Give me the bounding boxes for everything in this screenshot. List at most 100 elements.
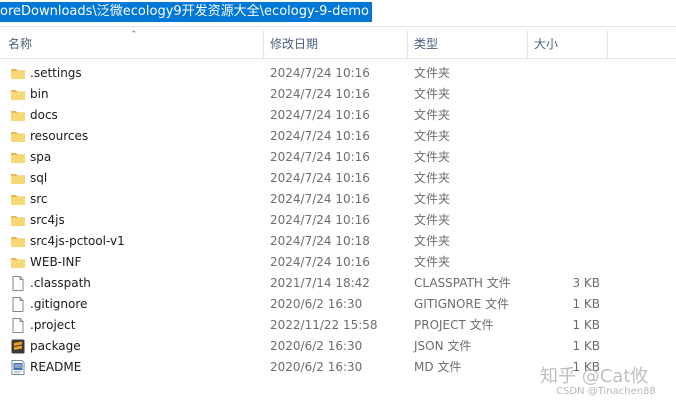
- watermark-subtext: CSDN @Tinachen88: [556, 386, 656, 397]
- file-type: 文件夹: [414, 171, 451, 185]
- file-row[interactable]: .project 2022/11/22 15:58 PROJECT 文件 1 KB: [0, 315, 676, 336]
- file-type: 文件夹: [414, 66, 451, 80]
- file-row[interactable]: src4js 2024/7/24 10:16 文件夹: [0, 210, 676, 231]
- file-size: 1 KB: [572, 297, 600, 311]
- file-icon: [10, 276, 26, 291]
- file-date: 2022/11/22 15:58: [270, 318, 378, 332]
- file-row[interactable]: docs 2024/7/24 10:16 文件夹: [0, 105, 676, 126]
- file-name: spa: [30, 150, 52, 164]
- file-size: 1 KB: [572, 339, 600, 353]
- address-bar[interactable]: oreDownloads\泛微ecology9开发资源大全\ecology-9-…: [0, 0, 676, 27]
- file-name: WEB-INF: [30, 255, 82, 269]
- file-row[interactable]: sql 2024/7/24 10:16 文件夹: [0, 168, 676, 189]
- file-date: 2021/7/14 18:42: [270, 276, 370, 290]
- file-type: CLASSPATH 文件: [414, 276, 511, 290]
- file-date: 2020/6/2 16:30: [270, 297, 363, 311]
- file-name: sql: [30, 171, 48, 185]
- file-type: 文件夹: [414, 129, 451, 143]
- folder-icon: [10, 255, 26, 270]
- file-name: .project: [30, 318, 76, 332]
- sort-ascending-icon: ⌃: [130, 30, 138, 40]
- folder-icon: [10, 213, 26, 228]
- file-type: 文件夹: [414, 255, 451, 269]
- file-list: .settings 2024/7/24 10:16 文件夹 bin 2024/7/24 …: [0, 63, 676, 378]
- file-size: [530, 210, 600, 231]
- file-row[interactable]: spa 2024/7/24 10:16 文件夹: [0, 147, 676, 168]
- file-date: 2024/7/24 10:16: [270, 171, 370, 185]
- file-row[interactable]: src 2024/7/24 10:16 文件夹: [0, 189, 676, 210]
- file-row[interactable]: .settings 2024/7/24 10:16 文件夹: [0, 63, 676, 84]
- file-date: 2024/7/24 10:16: [270, 108, 370, 122]
- file-date: 2024/7/24 10:16: [270, 129, 370, 143]
- file-type: JSON 文件: [414, 339, 472, 353]
- file-date: 2024/7/24 10:16: [270, 213, 370, 227]
- file-name: resources: [30, 129, 89, 143]
- file-icon: [10, 297, 26, 312]
- file-date: 2024/7/24 10:18: [270, 234, 370, 248]
- file-date: 2024/7/24 10:16: [270, 66, 370, 80]
- folder-icon: [10, 129, 26, 144]
- file-type: 文件夹: [414, 108, 451, 122]
- file-date: 2020/6/2 16:30: [270, 360, 363, 374]
- file-size: [530, 189, 600, 210]
- file-name: .classpath: [30, 276, 91, 290]
- folder-icon: [10, 66, 26, 81]
- file-row[interactable]: resources 2024/7/24 10:16 文件夹: [0, 126, 676, 147]
- file-name: src4js: [30, 213, 65, 227]
- column-header-size[interactable]: 大小: [528, 30, 608, 58]
- column-header-type[interactable]: 类型: [408, 30, 528, 58]
- file-size: [530, 231, 600, 252]
- file-type: MD 文件: [414, 360, 462, 374]
- file-size: 3 KB: [572, 276, 600, 290]
- file-type: 文件夹: [414, 213, 451, 227]
- folder-icon: [10, 150, 26, 165]
- file-type: GITIGNORE 文件: [414, 297, 510, 311]
- file-type: PROJECT 文件: [414, 318, 494, 332]
- file-date: 2024/7/24 10:16: [270, 87, 370, 101]
- file-name: src4js-pctool-v1: [30, 234, 125, 248]
- file-size: 1 KB: [572, 318, 600, 332]
- file-type: 文件夹: [414, 150, 451, 164]
- file-row[interactable]: src4js-pctool-v1 2024/7/24 10:18 文件夹: [0, 231, 676, 252]
- watermark-text: 知乎 @Cat攸: [540, 366, 649, 387]
- file-row[interactable]: WEB-INF 2024/7/24 10:16 文件夹: [0, 252, 676, 273]
- column-header: 名称 ⌃ 修改日期 类型 大小: [0, 30, 676, 59]
- column-header-name[interactable]: 名称 ⌃: [2, 30, 264, 58]
- file-name: README: [30, 360, 82, 374]
- file-row[interactable]: package 2020/6/2 16:30 JSON 文件 1 KB: [0, 336, 676, 357]
- file-type: 文件夹: [414, 87, 451, 101]
- file-row[interactable]: .gitignore 2020/6/2 16:30 GITIGNORE 文件 1 KB: [0, 294, 676, 315]
- file-row[interactable]: .classpath 2021/7/14 18:42 CLASSPATH 文件 3 K…: [0, 273, 676, 294]
- file-name: .gitignore: [30, 297, 88, 311]
- column-header-date[interactable]: 修改日期: [264, 30, 408, 58]
- file-name: bin: [30, 87, 49, 101]
- file-size: [530, 168, 600, 189]
- file-size: [530, 105, 600, 126]
- file-size: [530, 147, 600, 168]
- file-type: 文件夹: [414, 192, 451, 206]
- file-date: 2024/7/24 10:16: [270, 255, 370, 269]
- folder-icon: [10, 171, 26, 186]
- file-date: 2020/6/2 16:30: [270, 339, 363, 353]
- file-type: 文件夹: [414, 234, 451, 248]
- folder-icon: [10, 87, 26, 102]
- file-icon: [10, 318, 26, 333]
- address-input[interactable]: oreDownloads\泛微ecology9开发资源大全\ecology-9-…: [0, 2, 372, 22]
- file-size: [530, 126, 600, 147]
- file-date: 2024/7/24 10:16: [270, 150, 370, 164]
- file-name: .settings: [30, 66, 82, 80]
- column-header-date-label: 修改日期: [270, 37, 319, 51]
- file-row[interactable]: bin 2024/7/24 10:16 文件夹: [0, 84, 676, 105]
- markdown-file-icon: [10, 360, 26, 375]
- column-header-name-label: 名称: [8, 37, 33, 51]
- column-header-size-label: 大小: [534, 37, 559, 51]
- sublime-file-icon: [10, 339, 26, 354]
- folder-icon: [10, 234, 26, 249]
- file-size: [530, 84, 600, 105]
- folder-icon: [10, 192, 26, 207]
- folder-icon: [10, 108, 26, 123]
- file-name: docs: [30, 108, 58, 122]
- file-name: package: [30, 339, 81, 353]
- file-date: 2024/7/24 10:16: [270, 192, 370, 206]
- column-header-type-label: 类型: [414, 37, 439, 51]
